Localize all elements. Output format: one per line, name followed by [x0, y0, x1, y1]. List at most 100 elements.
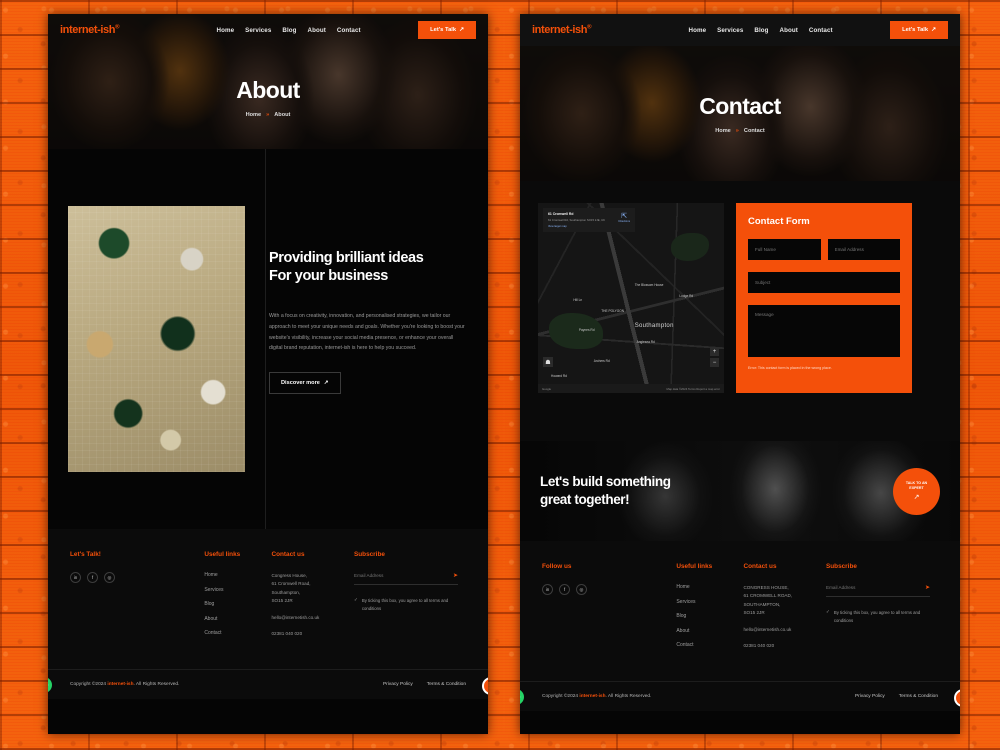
send-icon[interactable]: ➤: [925, 584, 930, 591]
brand-logo[interactable]: internet-ish®: [60, 24, 120, 36]
location-map[interactable]: 61 Cromwell Rd 61 Cromwell Rd, Southampt…: [538, 203, 724, 393]
footer-link-contact[interactable]: Contact: [676, 642, 743, 648]
full-name-input[interactable]: [748, 239, 821, 260]
nav-item-services[interactable]: Services: [717, 27, 743, 34]
map-city-label: Southampton: [634, 322, 674, 329]
footer-subscribe-column: Subscribe ➤ ✓ By ticking this box, you a…: [354, 551, 466, 669]
subscribe-consent: ✓ By ticking this box, you agree to all …: [354, 597, 466, 612]
footer-link-home[interactable]: Home: [204, 572, 271, 578]
footer-phone[interactable]: 02381 040 020: [271, 630, 354, 638]
facebook-icon[interactable]: f: [559, 584, 570, 595]
map-google-logo: Google: [542, 386, 552, 391]
nav-item-home[interactable]: Home: [217, 27, 235, 34]
facebook-icon[interactable]: f: [87, 572, 98, 583]
subscribe-consent-text: By ticking this box, you agree to all te…: [361, 598, 449, 611]
map-directions-button[interactable]: ⇱ Directions: [618, 212, 630, 228]
send-icon[interactable]: ➤: [453, 572, 458, 579]
footer-address: Congress House, 61 Cromwell Road, Southa…: [271, 573, 311, 604]
footer-link-about[interactable]: About: [676, 628, 743, 634]
terms-condition-link[interactable]: Terms & Condition: [427, 682, 466, 687]
nav-item-about[interactable]: About: [780, 27, 798, 34]
scroll-to-top-icon[interactable]: ↑: [954, 689, 960, 707]
lets-talk-button[interactable]: Let's Talk ↗: [418, 21, 476, 39]
breadcrumb-home[interactable]: Home: [246, 112, 262, 118]
nav-item-home[interactable]: Home: [689, 27, 707, 34]
brand-logo-text: internet-ish: [60, 24, 116, 36]
footer-link-services[interactable]: Services: [204, 587, 271, 593]
about-feature-image: [68, 206, 245, 472]
map-label-archers-rd: Archers Rd: [593, 358, 610, 363]
contact-hero: Contact Home » Contact: [520, 46, 960, 181]
subscribe-email-input[interactable]: [354, 573, 432, 578]
nav-item-services[interactable]: Services: [245, 27, 271, 34]
subscribe-consent-text: By ticking this box, you agree to all te…: [833, 610, 921, 623]
breadcrumb-home[interactable]: Home: [715, 128, 731, 134]
directions-label: Directions: [618, 220, 630, 223]
nav-item-contact[interactable]: Contact: [337, 27, 361, 34]
footer-link-about[interactable]: About: [204, 616, 271, 622]
nav-item-blog[interactable]: Blog: [754, 27, 768, 34]
vertical-divider: [265, 149, 266, 529]
copyright-post: . All Rights Reserved.: [133, 682, 180, 687]
view-larger-map-link[interactable]: View larger map: [548, 225, 605, 228]
terms-condition-link[interactable]: Terms & Condition: [899, 694, 938, 699]
footer-email[interactable]: hello@internetish.co.uk: [271, 614, 354, 622]
map-zoom-out-button[interactable]: −: [710, 358, 719, 367]
map-zoom-in-button[interactable]: +: [710, 347, 719, 356]
subject-input[interactable]: [748, 272, 900, 293]
cta-band: Let's build something great together! TA…: [520, 441, 960, 541]
lets-talk-button[interactable]: Let's Talk ↗: [890, 21, 948, 39]
footer-email[interactable]: hello@internetish.co.uk: [743, 626, 826, 634]
footer-link-contact[interactable]: Contact: [204, 630, 271, 636]
message-textarea[interactable]: [748, 305, 900, 357]
cta-heading-line2: great together!: [540, 492, 630, 507]
footer-link-services[interactable]: Services: [676, 599, 743, 605]
copyright-post: . All Rights Reserved.: [605, 694, 652, 699]
breadcrumb-current: About: [274, 112, 291, 118]
footer-contact-column: Contact us CONGRESS HOUSE, 61 CROMWELL R…: [743, 563, 826, 681]
footer-link-blog[interactable]: Blog: [676, 613, 743, 619]
brand-logo[interactable]: internet-ish®: [532, 24, 592, 36]
legal-links: Privacy Policy Terms & Condition: [383, 682, 466, 687]
nav-links: Home Services Blog About Contact: [177, 27, 361, 34]
email-address-input[interactable]: [827, 239, 900, 260]
map-info-card[interactable]: 61 Cromwell Rd 61 Cromwell Rd, Southampt…: [543, 208, 635, 233]
lets-talk-label: Let's Talk: [430, 27, 457, 33]
linkedin-icon[interactable]: in: [542, 584, 553, 595]
contact-top-nav: internet-ish® Home Services Blog About C…: [520, 14, 960, 46]
footer-subscribe-heading: Subscribe: [354, 551, 385, 558]
linkedin-icon[interactable]: in: [70, 572, 81, 583]
map-label-paynes-rd: Paynes Rd: [578, 328, 595, 333]
whatsapp-icon[interactable]: ✆: [520, 687, 526, 707]
footer-talk-column: Let's Talk! in f ◎: [70, 551, 204, 669]
map-zoom-controls: + −: [710, 347, 719, 367]
scroll-to-top-icon[interactable]: ↑: [482, 677, 488, 695]
footer-follow-heading: Follow us: [542, 563, 572, 570]
map-pegman-icon[interactable]: ☗: [543, 357, 553, 367]
social-links: in f ◎: [542, 584, 676, 595]
privacy-policy-link[interactable]: Privacy Policy: [855, 694, 885, 699]
footer-phone[interactable]: 02381 040 020: [743, 642, 826, 650]
breadcrumb: Home » Contact: [715, 128, 765, 134]
arrow-up-right-icon: ↗: [913, 494, 920, 502]
subscribe-email-input[interactable]: [826, 585, 904, 590]
footer-subscribe-column: Subscribe ➤ ✓ By ticking this box, you a…: [826, 563, 938, 681]
privacy-policy-link[interactable]: Privacy Policy: [383, 682, 413, 687]
checkbox-checked-icon[interactable]: ✓: [354, 597, 358, 612]
footer-link-home[interactable]: Home: [676, 584, 743, 590]
talk-to-expert-button[interactable]: TALK TO AN EXPERT ↗: [893, 467, 940, 515]
instagram-icon[interactable]: ◎: [104, 572, 115, 583]
nav-item-contact[interactable]: Contact: [809, 27, 833, 34]
footer-link-blog[interactable]: Blog: [204, 601, 271, 607]
nav-item-about[interactable]: About: [308, 27, 326, 34]
instagram-icon[interactable]: ◎: [576, 584, 587, 595]
footer-useful-links-column: Useful links Home Services Blog About Co…: [204, 551, 271, 669]
map-label-hill-ln: Hill Ln: [573, 298, 583, 302]
checkbox-checked-icon[interactable]: ✓: [826, 609, 830, 624]
about-heading: Providing brilliant ideas For your busin…: [269, 249, 466, 285]
nav-item-blog[interactable]: Blog: [282, 27, 296, 34]
subscribe-form: ➤: [826, 584, 930, 597]
discover-more-button[interactable]: Discover more ↗: [269, 371, 341, 394]
footer: Follow us in f ◎ Useful links Home Servi…: [520, 541, 960, 681]
whatsapp-icon[interactable]: ✆: [48, 675, 54, 695]
